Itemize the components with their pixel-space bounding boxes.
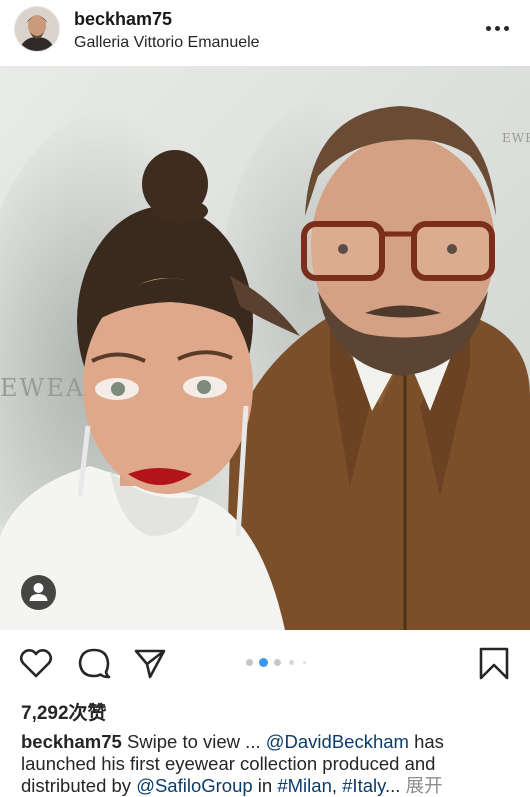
bookmark-icon[interactable] — [477, 646, 511, 680]
hashtag-link[interactable]: #Milan — [277, 775, 332, 796]
heart-icon[interactable] — [19, 646, 53, 680]
backdrop-text-right: EWEA — [502, 131, 530, 145]
caption-text: in — [252, 775, 278, 796]
photo-illustration: EWEAR EWEA — [0, 66, 530, 630]
caption-username[interactable]: beckham75 — [21, 731, 122, 752]
expand-caption-link[interactable]: 展开 — [406, 775, 443, 796]
more-options-icon[interactable] — [486, 26, 510, 32]
user-tag-icon[interactable] — [21, 575, 56, 610]
post-caption: beckham75 Swipe to view ... @DavidBeckha… — [21, 731, 516, 797]
carousel-dot — [246, 659, 253, 666]
avatar[interactable] — [15, 7, 59, 51]
caption-ellipsis: ... — [385, 775, 401, 796]
caption-text: , — [331, 775, 343, 796]
comment-icon[interactable] — [77, 646, 111, 680]
carousel-dot — [303, 661, 306, 664]
caption-text: Swipe to view ... — [126, 731, 266, 752]
likes-count[interactable]: 7,292次赞 — [21, 698, 107, 725]
carousel-indicator — [246, 658, 316, 667]
post-header: beckham75 Galleria Vittorio Emanuele — [0, 0, 530, 66]
action-bar — [0, 630, 530, 694]
mention-link[interactable]: @SafiloGroup — [136, 775, 252, 796]
carousel-dot — [274, 659, 281, 666]
carousel-dot — [289, 660, 294, 665]
post-location[interactable]: Galleria Vittorio Emanuele — [74, 34, 260, 52]
mention-link[interactable]: @DavidBeckham — [266, 731, 409, 752]
post-photo[interactable]: EWEAR EWEA — [0, 66, 530, 630]
post-username[interactable]: beckham75 — [74, 9, 172, 30]
hashtag-link[interactable]: #Italy — [342, 775, 385, 796]
carousel-dot-active — [259, 658, 268, 667]
share-icon[interactable] — [133, 646, 167, 680]
